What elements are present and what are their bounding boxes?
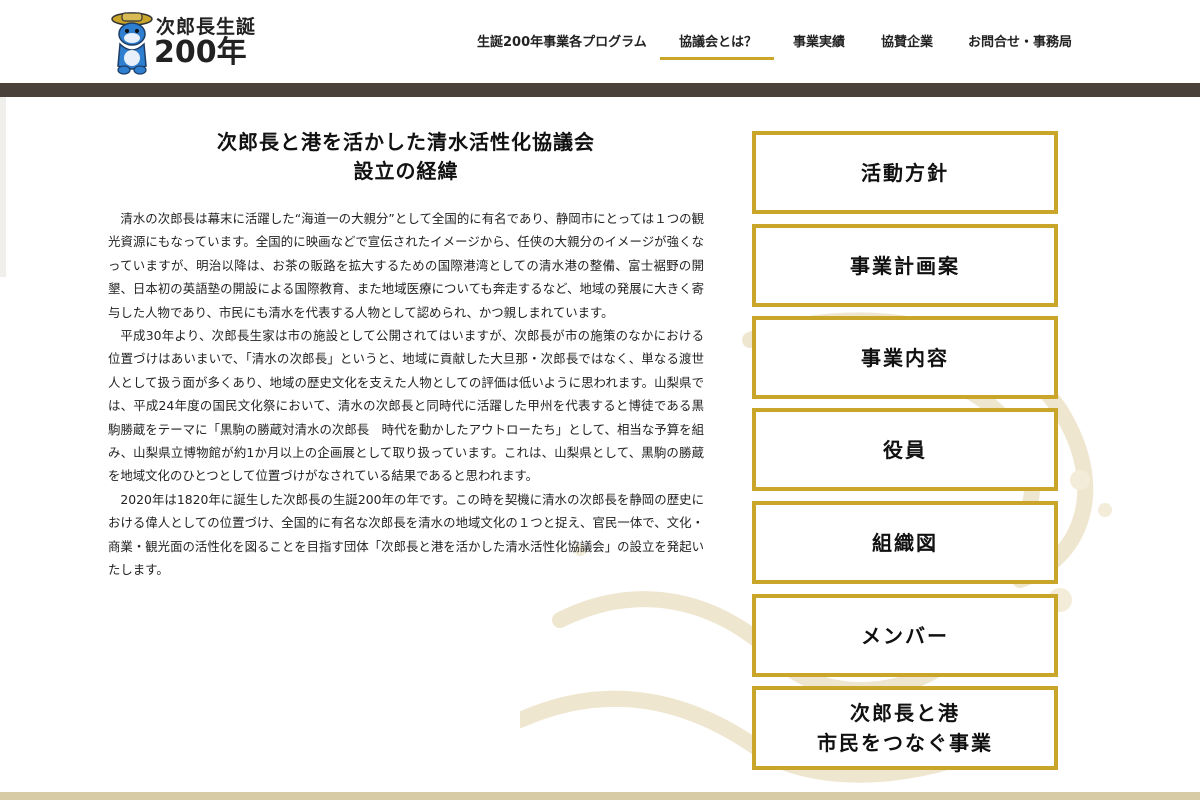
sidebar-button-label: 役員: [883, 437, 927, 462]
article-title: 次郎長と港を活かした清水活性化協議会 設立の経緯: [108, 128, 704, 186]
sidebar-button-label: 組織図: [872, 530, 938, 555]
sidebar-button-business-content[interactable]: 事業内容: [752, 316, 1058, 399]
sidebar-button-label: 事業内容: [861, 345, 949, 370]
sidebar-button-citizen-project[interactable]: 次郎長と港 市民をつなぐ事業: [752, 686, 1058, 770]
header-divider-bar: [0, 83, 1200, 97]
article-title-line-2: 設立の経緯: [353, 159, 459, 183]
sidebar-button-officers[interactable]: 役員: [752, 408, 1058, 491]
left-edge-shade: [0, 97, 6, 277]
nav-item-contact[interactable]: お問合せ・事務局: [968, 31, 1072, 50]
sidebar-button-members[interactable]: メンバー: [752, 594, 1058, 677]
sidebar-button-org-chart[interactable]: 組織図: [752, 501, 1058, 584]
sidebar-button-label-line-2: 市民をつなぐ事業: [817, 731, 993, 755]
nav-item-sponsors[interactable]: 協賛企業: [881, 31, 933, 50]
article-paragraph: 平成30年より、次郎長生家は市の施設として公開されてはいますが、次郎長が市の施策…: [108, 328, 704, 484]
sidebar-button-business-plan[interactable]: 事業計画案: [752, 224, 1058, 307]
sidebar-button-label: メンバー: [861, 623, 949, 648]
article-paragraph: 2020年は1820年に誕生した次郎長の生誕200年の年です。この時を契機に清水…: [108, 491, 704, 578]
active-nav-indicator: [660, 57, 774, 60]
main-navigation: 生誕200年事業各プログラム 協議会とは？ 事業実績 協賛企業 お問合せ・事務局: [0, 31, 1200, 61]
article-title-line-1: 次郎長と港を活かした清水活性化協議会: [217, 130, 595, 154]
footer-edge-strip: [0, 792, 1200, 800]
article-paragraph: 清水の次郎長は幕末に活躍した“海道一の大親分”として全国的に有名であり、静岡市に…: [108, 211, 704, 320]
article-body: 清水の次郎長は幕末に活躍した“海道一の大親分”として全国的に有名であり、静岡市に…: [108, 207, 704, 582]
nav-item-achievements[interactable]: 事業実績: [793, 31, 845, 50]
sidebar-button-label: 活動方針: [861, 160, 949, 185]
sidebar-button-label: 事業計画案: [850, 253, 960, 278]
sidebar-button-policy[interactable]: 活動方針: [752, 131, 1058, 214]
nav-item-about[interactable]: 協議会とは？: [679, 31, 757, 50]
sidebar-button-label-line-1: 次郎長と港: [850, 701, 960, 725]
site-header: 次郎長生誕 200年 生誕200年事業各プログラム 協議会とは？ 事業実績 協賛…: [0, 0, 1200, 83]
nav-item-programs[interactable]: 生誕200年事業各プログラム: [477, 31, 647, 50]
